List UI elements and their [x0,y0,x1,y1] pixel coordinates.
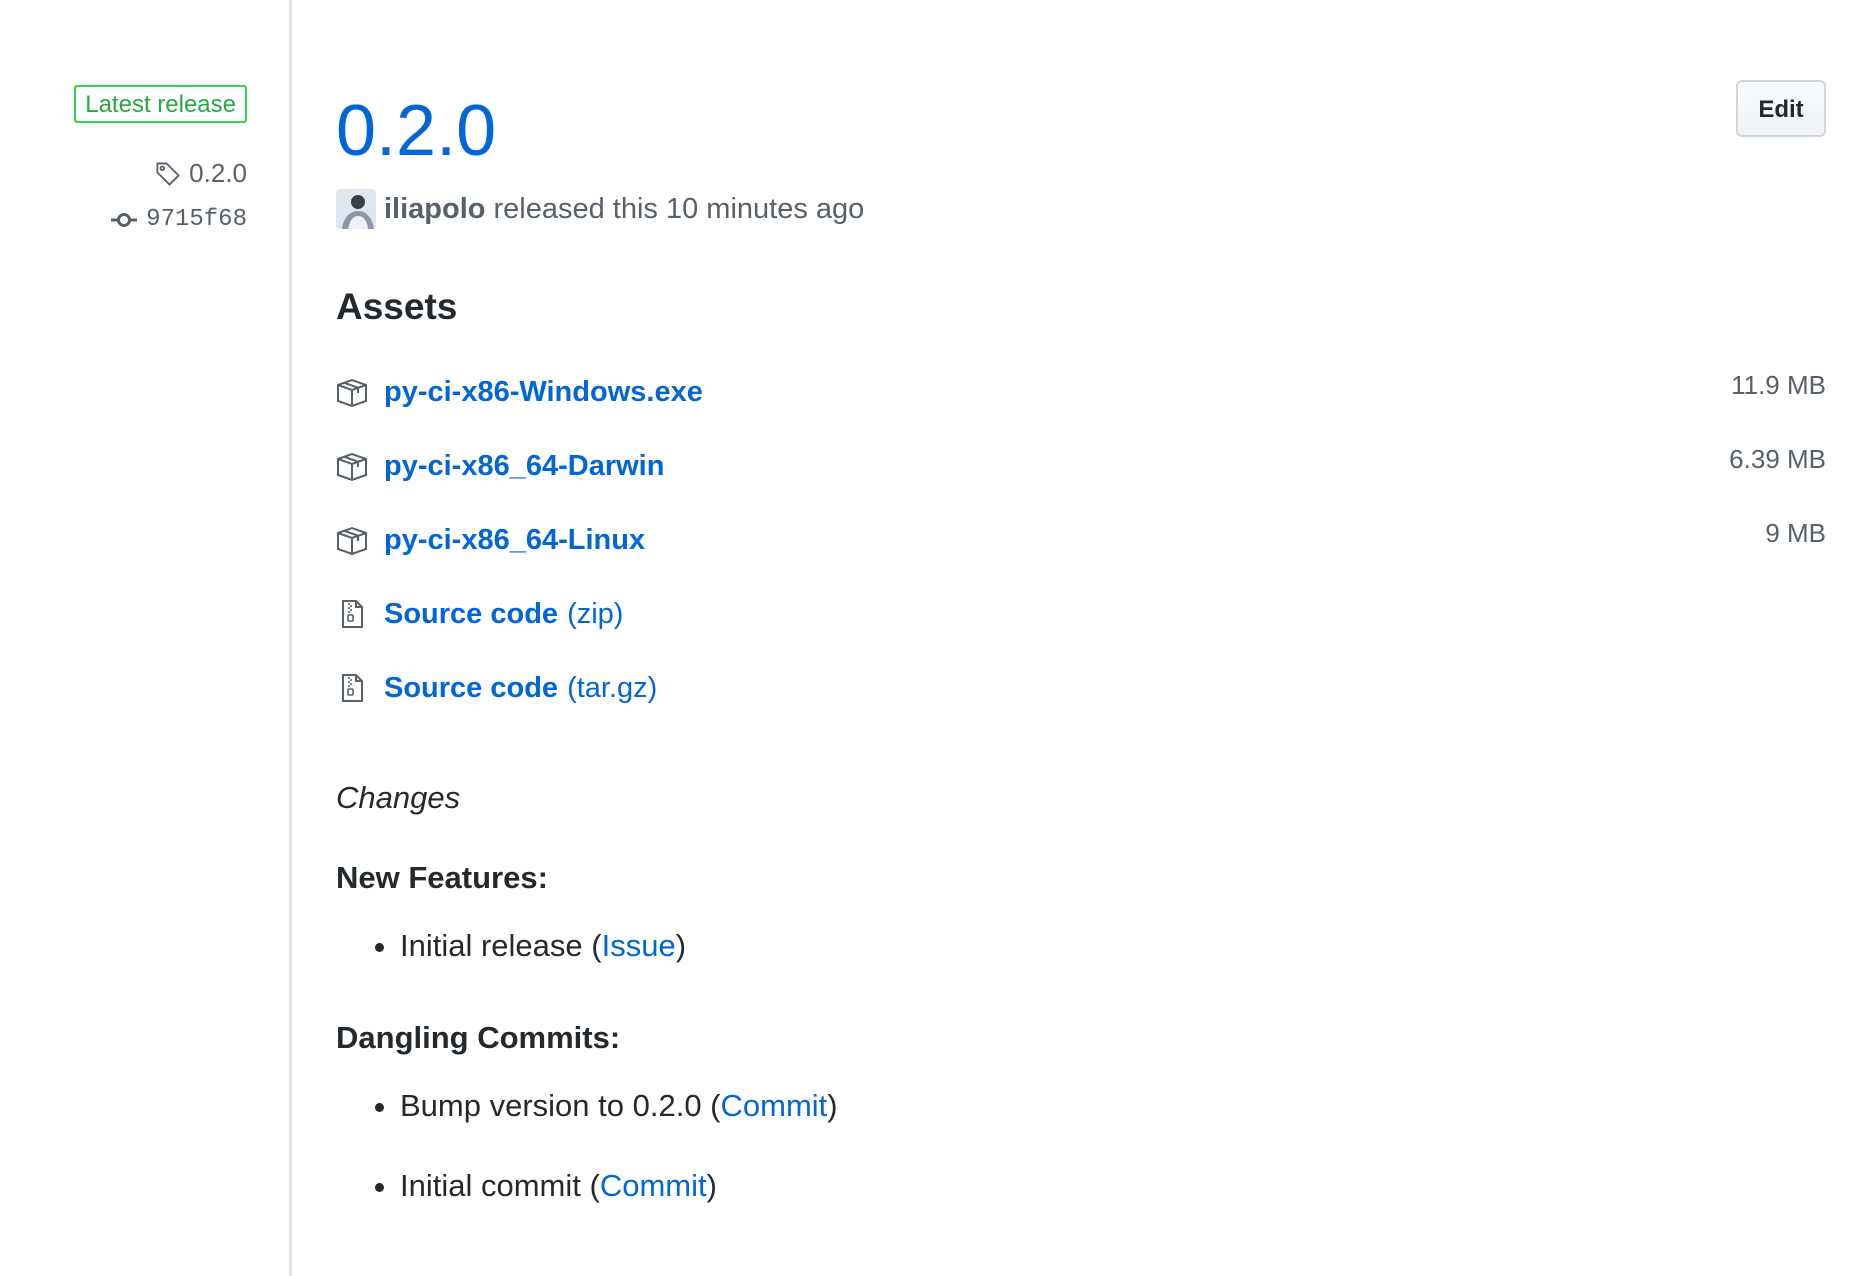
list-item-suffix: ) [675,928,687,963]
list-item-text: Initial release ( [400,928,602,963]
dangling-commits-list: Bump version to 0.2.0 (Commit) Initial c… [336,1084,838,1208]
file-zip-icon [342,674,363,702]
list-item-text: Initial commit ( [400,1168,600,1203]
release-main: 0.2.0 Edit iliapolo released this 10 min… [336,0,1826,1276]
asset-row: Source code (tar.gz) [336,660,1826,734]
avatar[interactable] [336,189,376,229]
asset-name: py-ci-x86_64-Linux [384,524,646,556]
edit-button[interactable]: Edit [1736,80,1826,137]
list-item-suffix: ) [706,1168,717,1203]
list-item: Initial commit (Commit) [400,1164,838,1208]
asset-row: py-ci-x86_64-Darwin 6.39 MB [336,438,1826,512]
tag-name: 0.2.0 [189,158,247,188]
asset-row: py-ci-x86-Windows.exe 11.9 MB [336,364,1826,438]
issue-link[interactable]: Issue [602,928,676,963]
release-title[interactable]: 0.2.0 [336,86,496,176]
list-item-suffix: ) [827,1088,838,1123]
commit-link[interactable]: Commit [600,1168,707,1203]
asset-ext: (tar.gz) [567,672,658,704]
latest-release-badge: Latest release [74,85,247,123]
tag-icon [156,162,180,186]
asset-ext: (zip) [567,598,624,630]
asset-size: 9 MB [1765,518,1826,548]
list-item: Bump version to 0.2.0 (Commit) [400,1084,838,1128]
commit-link[interactable]: Commit [721,1088,828,1123]
release-byline: iliapolo released this 10 minutes ago [336,188,864,230]
list-item: Initial release (Issue) [400,924,686,968]
asset-download-link[interactable]: Source code (tar.gz) [384,660,657,716]
commit-sha: 9715f68 [146,206,247,233]
commit-icon [111,212,138,227]
asset-row: Source code (zip) [336,586,1826,660]
asset-size: 11.9 MB [1731,370,1826,400]
asset-name: py-ci-x86_64-Darwin [384,450,665,482]
asset-download-link[interactable]: py-ci-x86-Windows.exe [384,364,703,420]
asset-download-link[interactable]: py-ci-x86_64-Darwin [384,438,664,494]
new-features-heading: New Features: [336,860,548,895]
asset-name: Source code [384,598,559,630]
package-icon [337,526,367,556]
asset-row: py-ci-x86_64-Linux 9 MB [336,512,1826,586]
asset-download-link[interactable]: py-ci-x86_64-Linux [384,512,645,568]
assets-heading: Assets [336,286,458,327]
file-zip-icon [342,600,363,628]
asset-size: 6.39 MB [1729,444,1826,474]
released-time-text: released this 10 minutes ago [493,192,865,225]
asset-name: py-ci-x86-Windows.exe [384,376,703,408]
changes-heading: Changes [336,780,461,815]
commit-link[interactable]: 9715f68 [110,206,247,233]
new-features-list: Initial release (Issue) [336,924,686,968]
author-link[interactable]: iliapolo [384,193,486,226]
package-icon [337,452,367,482]
release-sidebar: Latest release 0.2.0 9715f68 [0,0,292,1276]
asset-download-link[interactable]: Source code (zip) [384,586,623,642]
asset-list: py-ci-x86-Windows.exe 11.9 MB py-ci-x86_… [336,364,1826,734]
package-icon [337,378,367,408]
asset-name: Source code [384,672,559,704]
dangling-commits-heading: Dangling Commits: [336,1020,621,1055]
tag-link[interactable]: 0.2.0 [155,158,247,189]
list-item-text: Bump version to 0.2.0 ( [400,1088,721,1123]
